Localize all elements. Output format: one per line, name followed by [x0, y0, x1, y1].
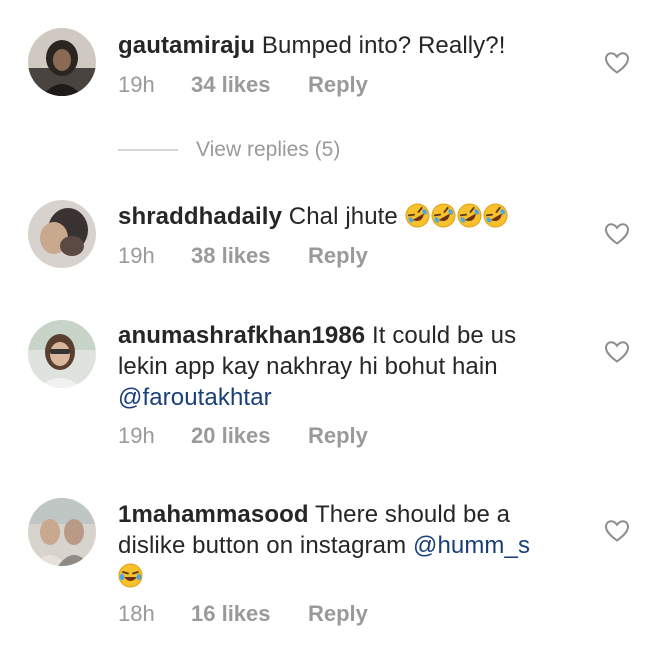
rofl-emoji — [431, 203, 456, 228]
comment-time: 19h — [118, 72, 155, 97]
heart-outline-icon[interactable] — [604, 222, 630, 246]
comment-time: 19h — [118, 423, 155, 448]
comment-username[interactable]: gautamiraju — [118, 32, 255, 59]
view-replies-label: View replies (5) — [196, 138, 341, 161]
reply-button[interactable]: Reply — [308, 72, 368, 98]
comment-likes[interactable]: 34 likes — [191, 72, 308, 98]
tears-of-joy-emoji — [118, 563, 143, 588]
comment-time: 18h — [118, 601, 155, 626]
avatar[interactable] — [28, 200, 96, 268]
heart-outline-icon[interactable] — [604, 519, 630, 543]
rofl-emoji — [483, 203, 508, 228]
reply-button[interactable]: Reply — [308, 423, 368, 449]
avatar[interactable] — [28, 28, 96, 96]
comment-username[interactable]: shraddhadaily — [118, 203, 282, 230]
reply-button[interactable]: Reply — [308, 243, 368, 269]
divider — [118, 149, 178, 151]
comment-text: Chal jhute — [288, 203, 398, 230]
avatar[interactable] — [28, 320, 96, 388]
avatar[interactable] — [28, 498, 96, 566]
comment-likes[interactable]: 38 likes — [191, 243, 308, 269]
reply-button[interactable]: Reply — [308, 601, 368, 627]
comment-time: 19h — [118, 243, 155, 268]
heart-outline-icon[interactable] — [604, 340, 630, 364]
comment-likes[interactable]: 16 likes — [191, 601, 308, 627]
comment-username[interactable]: anumashrafkhan1986 — [118, 322, 365, 349]
comment-username[interactable]: 1mahammasood — [118, 501, 309, 528]
rofl-emoji — [405, 203, 430, 228]
mention-link[interactable]: @faroutakhtar — [118, 384, 272, 411]
view-replies-button[interactable]: View replies (5) — [118, 136, 340, 164]
mention-link[interactable]: @humm_s — [413, 532, 530, 559]
comment-text: Bumped into? Really?! — [261, 32, 506, 59]
comment-likes[interactable]: 20 likes — [191, 423, 308, 449]
heart-outline-icon[interactable] — [604, 51, 630, 75]
rofl-emoji — [457, 203, 482, 228]
